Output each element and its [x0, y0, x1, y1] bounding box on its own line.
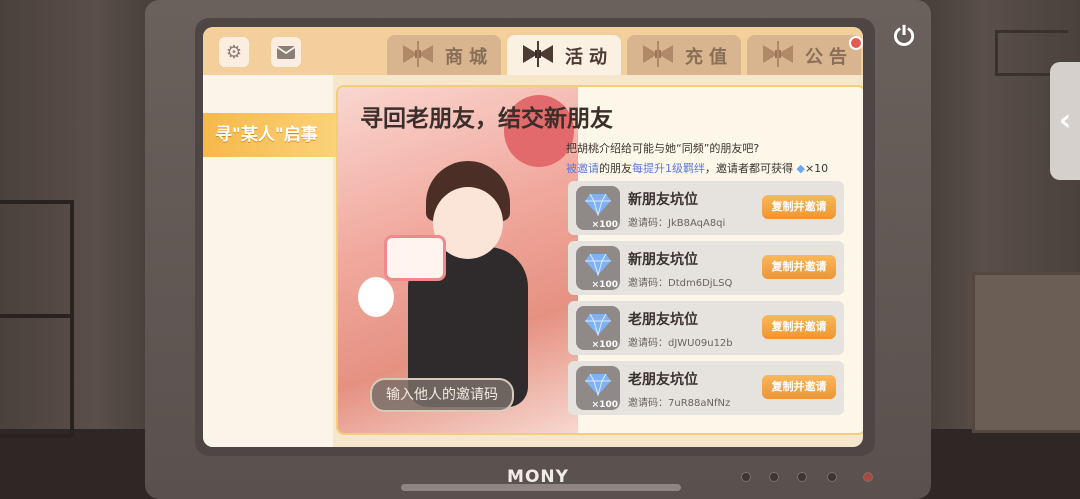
- slot-title: 老朋友坑位: [628, 372, 698, 388]
- description-line-2: 被邀请的朋友每提升1级羁绊，邀请者都可获得 ◆×10: [566, 162, 829, 175]
- reward-icon: ×100: [576, 366, 620, 410]
- invite-slot-row: ×100 新朋友坑位 邀请码：JkB8AqA8qi 复制并邀请: [568, 181, 844, 235]
- bow-icon: [523, 41, 553, 67]
- mail-icon[interactable]: [271, 37, 301, 67]
- room-shelf: [0, 200, 74, 438]
- enter-invite-code-button[interactable]: 输入他人的邀请码: [370, 378, 514, 412]
- diamond-icon: [585, 313, 611, 336]
- bunny: [358, 277, 394, 317]
- chevron-left-icon[interactable]: ‹: [1050, 62, 1080, 180]
- panel-title: 寻回老朋友，结交新朋友: [360, 106, 613, 132]
- notification-dot: [849, 36, 863, 50]
- reward-icon: ×100: [576, 246, 620, 290]
- invite-code: 邀请码：Dtdm6DjLSQ: [628, 278, 733, 289]
- cake: [384, 235, 446, 281]
- slot-title: 老朋友坑位: [628, 312, 698, 328]
- monitor: ⏻ ⚙ 商城 活动 充值 公告 寻"某人"启事 寻回老朋友，结交新朋友 把胡桃介…: [145, 0, 931, 499]
- invite-slot-row: ×100 老朋友坑位 邀请码：dJWU09u12b 复制并邀请: [568, 301, 844, 355]
- sidebar: 寻"某人"启事: [203, 75, 337, 447]
- slot-title: 新朋友坑位: [628, 252, 698, 268]
- tab-label: 公告: [805, 47, 853, 68]
- slot-title: 新朋友坑位: [628, 192, 698, 208]
- description-line-1: 把胡桃介绍给可能与她“同频”的朋友吧?: [566, 142, 760, 155]
- invite-code: 邀请码：dJWU09u12b: [628, 338, 733, 349]
- monitor-base: [401, 484, 681, 491]
- diamond-icon: [585, 193, 611, 216]
- monitor-led: [769, 472, 779, 482]
- reward-icon: ×100: [576, 306, 620, 350]
- copy-invite-button[interactable]: 复制并邀请: [762, 195, 836, 219]
- copy-invite-button[interactable]: 复制并邀请: [762, 375, 836, 399]
- tab-label: 商城: [445, 47, 493, 68]
- room-cabinet: [972, 272, 1080, 433]
- bow-icon: [403, 41, 433, 67]
- invite-panel: 寻回老朋友，结交新朋友 把胡桃介绍给可能与她“同频”的朋友吧? 被邀请的朋友每提…: [336, 85, 863, 435]
- power-led: [863, 472, 873, 482]
- diamond-icon: [585, 253, 611, 276]
- monitor-led: [827, 472, 837, 482]
- invite-code: 邀请码：7uR88aNfNz: [628, 398, 731, 409]
- gear-icon[interactable]: ⚙: [219, 37, 249, 67]
- invite-slot-row: ×100 老朋友坑位 邀请码：7uR88aNfNz 复制并邀请: [568, 361, 844, 415]
- tab-shop[interactable]: 商城: [387, 35, 501, 75]
- diamond-icon: ◆: [796, 162, 805, 175]
- diamond-icon: [585, 373, 611, 396]
- monitor-led: [797, 472, 807, 482]
- tab-label: 充值: [685, 47, 733, 68]
- tab-activity[interactable]: 活动: [507, 35, 621, 75]
- invite-code: 邀请码：JkB8AqA8qi: [628, 218, 726, 229]
- copy-invite-button[interactable]: 复制并邀请: [762, 255, 836, 279]
- reward-icon: ×100: [576, 186, 620, 230]
- power-icon[interactable]: ⏻: [889, 22, 919, 52]
- monitor-screen: ⚙ 商城 活动 充值 公告 寻"某人"启事 寻回老朋友，结交新朋友 把胡桃介绍给…: [203, 27, 863, 447]
- bow-icon: [763, 41, 793, 67]
- tab-label: 活动: [565, 47, 613, 68]
- tab-announcement[interactable]: 公告: [747, 35, 861, 75]
- copy-invite-button[interactable]: 复制并邀请: [762, 315, 836, 339]
- sidebar-item-find-someone[interactable]: 寻"某人"启事: [203, 113, 337, 157]
- bow-icon: [643, 41, 673, 67]
- monitor-led: [741, 472, 751, 482]
- top-bar: ⚙ 商城 活动 充值 公告: [203, 27, 863, 75]
- tab-recharge[interactable]: 充值: [627, 35, 741, 75]
- invite-slot-row: ×100 新朋友坑位 邀请码：Dtdm6DjLSQ 复制并邀请: [568, 241, 844, 295]
